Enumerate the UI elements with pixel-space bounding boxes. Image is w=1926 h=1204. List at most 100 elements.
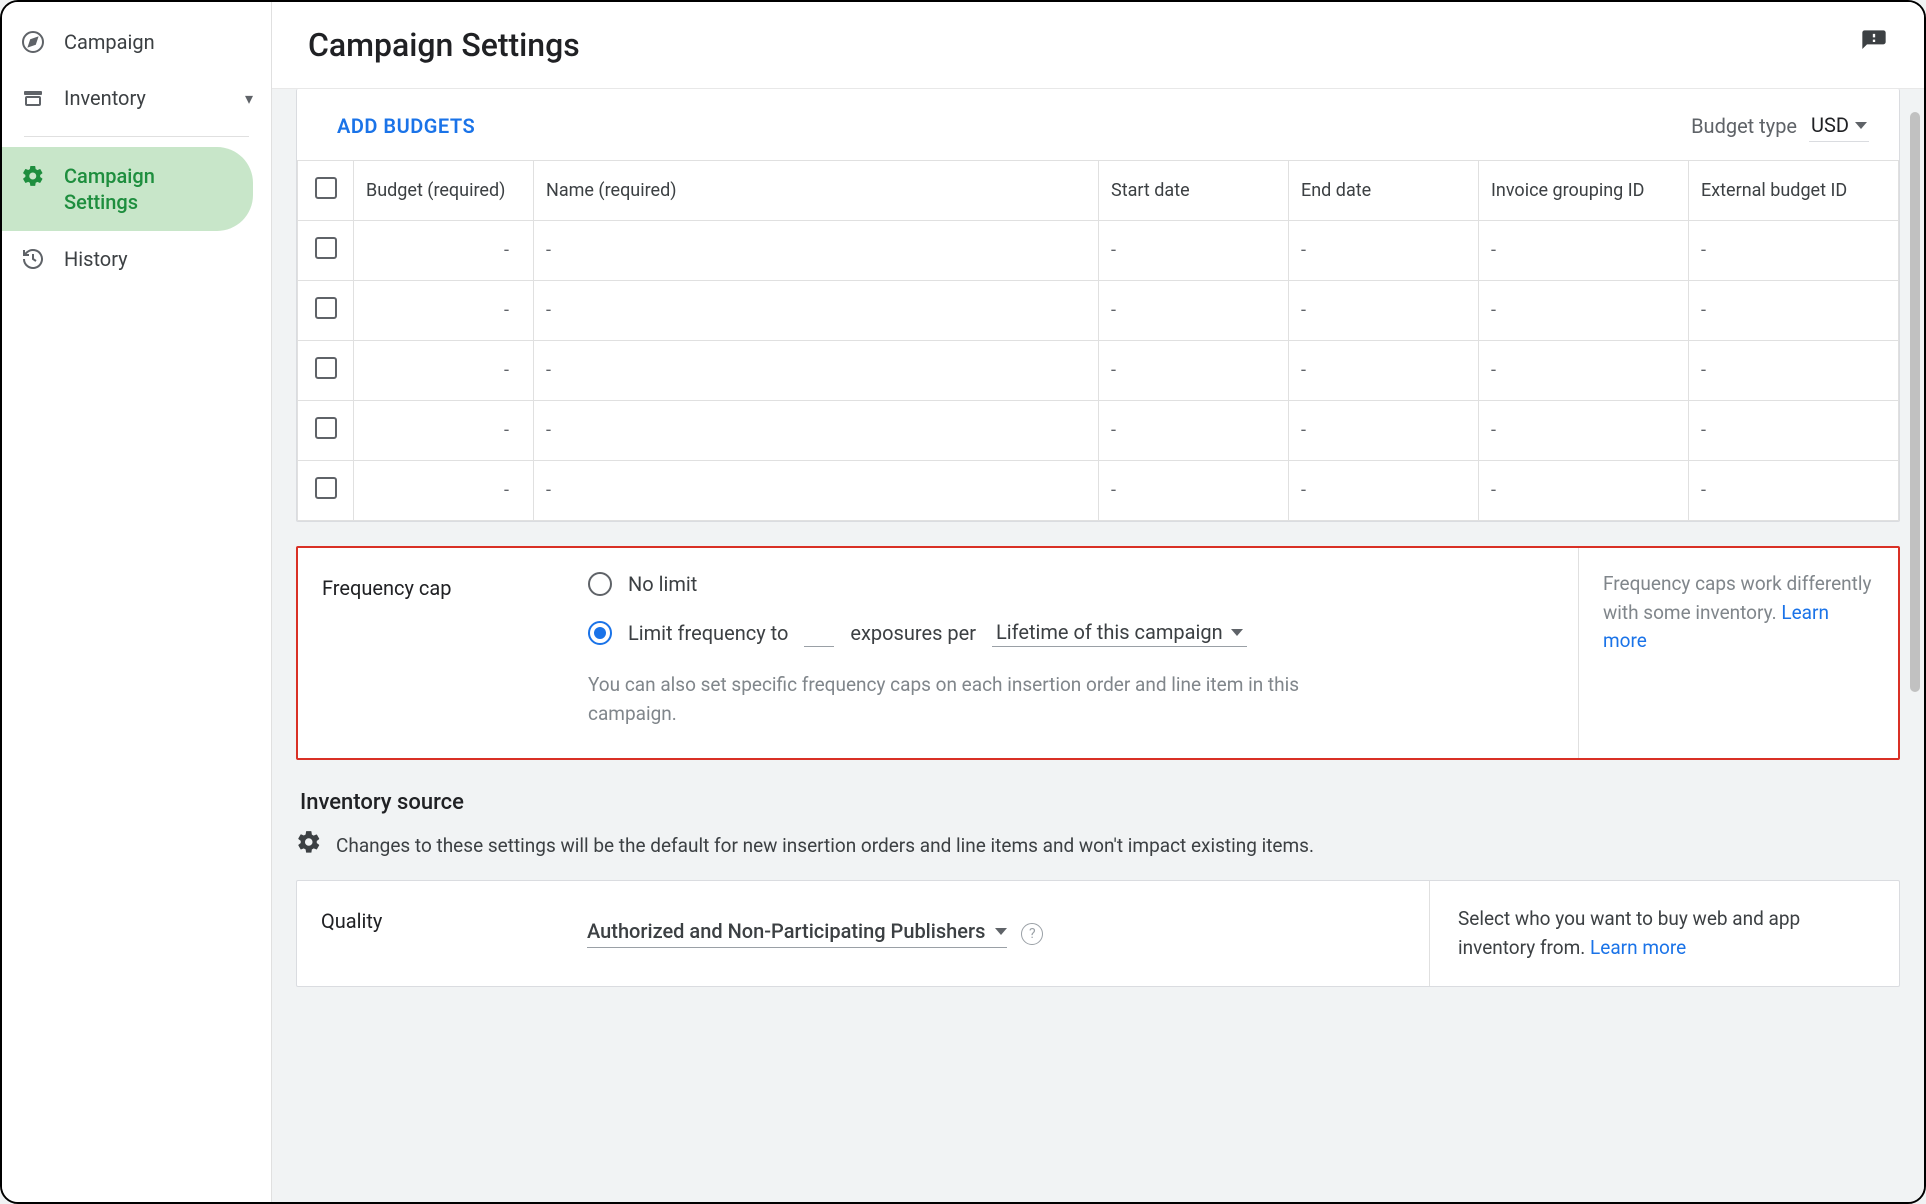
budget-type-select[interactable]: USD [1809,109,1869,142]
quality-label-area: Quality [297,881,587,986]
feedback-icon[interactable] [1860,28,1888,63]
inventory-note-row: Changes to these settings will be the de… [296,829,1900,862]
quality-select[interactable]: Authorized and Non-Participating Publish… [587,919,1007,948]
chevron-down-icon [995,928,1007,935]
quality-controls: Authorized and Non-Participating Publish… [587,881,1429,986]
table-cell[interactable]: - [1289,221,1479,281]
row-checkbox[interactable] [315,237,337,259]
row-checkbox[interactable] [315,357,337,379]
divider [24,136,249,137]
radio-no-limit[interactable] [588,572,612,596]
frequency-hint: You can also set specific frequency caps… [588,671,1308,728]
table-cell[interactable]: - [1689,281,1899,341]
table-cell[interactable]: - [1289,281,1479,341]
table-cell[interactable]: - [1289,461,1479,521]
inventory-source-title: Inventory source [300,790,1900,815]
table-cell[interactable]: - [1689,401,1899,461]
table-cell[interactable]: - [1689,461,1899,521]
budget-bar: ADD BUDGETS Budget type USD [297,89,1899,160]
table-cell[interactable]: - [1099,461,1289,521]
quality-side-help: Select who you want to buy web and app i… [1429,881,1899,986]
scrollbar[interactable] [1910,112,1920,692]
col-budget: Budget (required) [354,161,534,221]
quality-card: Quality Authorized and Non-Participating… [296,880,1900,987]
table-row: ------ [298,281,1899,341]
period-value: Lifetime of this campaign [996,620,1223,644]
sidebar-item-label: Inventory [64,86,146,110]
compass-icon [20,29,46,55]
main-content: Campaign Settings ADD BUDGETS Budget typ… [272,2,1924,1202]
table-cell[interactable]: - [1099,401,1289,461]
frequency-side-text: Frequency caps work differently with som… [1603,572,1872,624]
table-cell[interactable]: - [1479,281,1689,341]
budget-type-value: USD [1811,113,1849,137]
budget-type: Budget type USD [1691,109,1869,142]
page-title: Campaign Settings [308,26,580,64]
frequency-cap-card: Frequency cap No limit Limit frequency t… [296,546,1900,760]
inventory-note: Changes to these settings will be the de… [336,834,1314,857]
budget-type-label: Budget type [1691,114,1797,138]
table-cell[interactable]: - [534,281,1099,341]
table-cell[interactable]: - [1099,221,1289,281]
exposures-input[interactable] [804,618,834,647]
col-start: Start date [1099,161,1289,221]
sidebar-item-inventory[interactable]: Inventory ▾ [2,70,271,126]
table-cell[interactable]: - [534,401,1099,461]
sidebar-item-label: Campaign Settings [64,163,155,215]
table-cell[interactable]: - [354,461,534,521]
table-cell[interactable]: - [1479,401,1689,461]
table-header-row: Budget (required) Name (required) Start … [298,161,1899,221]
table-cell[interactable]: - [1689,221,1899,281]
table-cell[interactable]: - [354,221,534,281]
radio-no-limit-label: No limit [628,572,697,596]
table-cell[interactable]: - [1099,341,1289,401]
gear-icon [20,163,46,189]
col-name: Name (required) [534,161,1099,221]
frequency-cap-title: Frequency cap [322,576,564,600]
history-icon [20,246,46,272]
table-row: ------ [298,401,1899,461]
chevron-down-icon: ▾ [245,89,253,108]
table-cell[interactable]: - [1289,401,1479,461]
table-cell[interactable]: - [534,461,1099,521]
learn-more-link[interactable]: Learn more [1590,936,1686,959]
table-cell[interactable]: - [534,221,1099,281]
table-cell[interactable]: - [1099,281,1289,341]
budget-table: Budget (required) Name (required) Start … [297,160,1899,521]
col-external: External budget ID [1689,161,1899,221]
sidebar: Campaign Inventory ▾ Campaign Settings H… [2,2,272,1202]
frequency-side-help: Frequency caps work differently with som… [1578,548,1898,758]
table-cell[interactable]: - [534,341,1099,401]
add-budgets-button[interactable]: ADD BUDGETS [337,114,475,138]
radio-no-limit-row[interactable]: No limit [588,572,1558,596]
table-cell[interactable]: - [354,401,534,461]
table-cell[interactable]: - [354,281,534,341]
limit-mid: exposures per [850,621,976,645]
sidebar-item-campaign[interactable]: Campaign [2,14,271,70]
table-cell[interactable]: - [1689,341,1899,401]
sidebar-item-history[interactable]: History [2,231,271,287]
row-checkbox[interactable] [315,477,337,499]
sidebar-item-campaign-settings[interactable]: Campaign Settings [2,147,253,231]
budget-card: ADD BUDGETS Budget type USD Budget (requ [296,89,1900,522]
chevron-down-icon [1231,629,1243,636]
table-cell[interactable]: - [354,341,534,401]
row-checkbox[interactable] [315,417,337,439]
chevron-down-icon [1855,122,1867,129]
quality-title: Quality [321,909,563,933]
table-cell[interactable]: - [1479,341,1689,401]
limit-prefix: Limit frequency to [628,621,788,645]
radio-limit[interactable] [588,621,612,645]
frequency-cap-label-area: Frequency cap [298,548,588,758]
row-checkbox[interactable] [315,297,337,319]
table-cell[interactable]: - [1479,221,1689,281]
col-invoice: Invoice grouping ID [1479,161,1689,221]
select-all-checkbox[interactable] [315,177,337,199]
help-icon[interactable]: ? [1021,923,1043,945]
radio-limit-row[interactable]: Limit frequency to exposures per Lifetim… [588,618,1558,647]
table-row: ------ [298,461,1899,521]
sidebar-item-label: Campaign [64,30,155,54]
period-select[interactable]: Lifetime of this campaign [992,618,1247,647]
table-cell[interactable]: - [1479,461,1689,521]
table-cell[interactable]: - [1289,341,1479,401]
